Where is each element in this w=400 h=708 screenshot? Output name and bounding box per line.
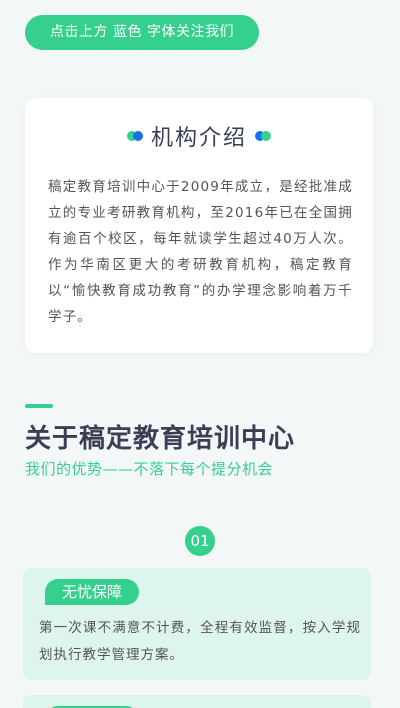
advantage-card <box>23 695 371 708</box>
intro-title: 机构介绍 <box>150 126 247 151</box>
advantage-text: 第一次课不满意不计费，全程有效监督，按入学规划执行教学管理方案。 <box>39 620 361 663</box>
intro-card: 机构介绍 稿定教育培训中心于2009年成立，是经批准成立的专业考研教育机构，至2… <box>25 98 373 353</box>
section-accent-bar <box>25 404 53 408</box>
decorative-dots-icon <box>126 130 143 142</box>
follow-banner[interactable]: 点击上方 蓝色 字体关注我们 <box>25 15 259 50</box>
about-subtitle: 我们的优势——不落下每个提分机会 <box>25 460 274 478</box>
advantage-tag: 无忧保障 <box>45 579 139 605</box>
advantage-card: 无忧保障 第一次课不满意不计费，全程有效监督，按入学规划执行教学管理方案。 <box>23 568 371 680</box>
intro-title-row: 机构介绍 <box>25 120 373 152</box>
advantage-number-badge: 01 <box>185 526 215 556</box>
intro-body: 稿定教育培训中心于2009年成立，是经批准成立的专业考研教育机构，至2016年已… <box>48 179 353 325</box>
decorative-dots-icon <box>255 130 271 142</box>
about-title: 关于稿定教育培训中心 <box>25 424 296 454</box>
